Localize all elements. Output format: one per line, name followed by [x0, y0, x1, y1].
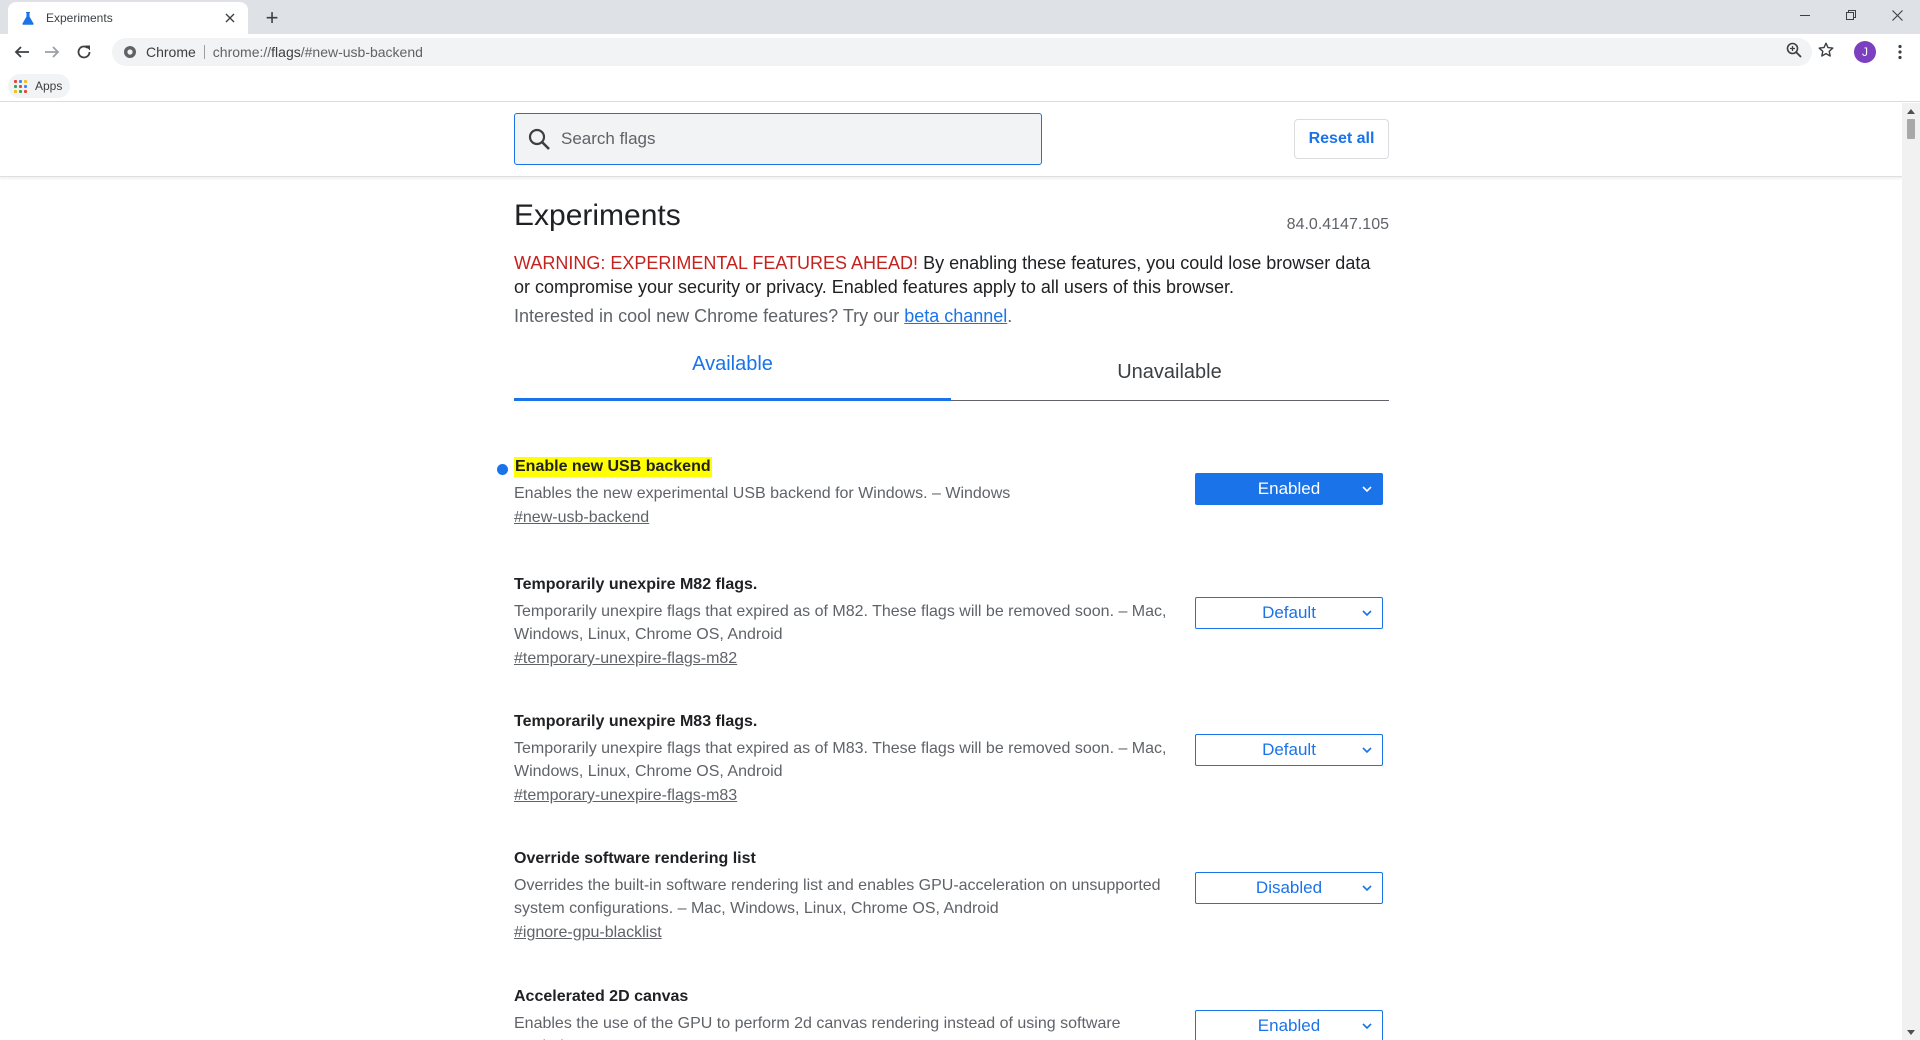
chrome-icon	[122, 44, 138, 60]
flag-entry: Override software rendering list Overrid…	[514, 849, 1389, 943]
modified-indicator	[497, 464, 508, 475]
flag-anchor-link[interactable]: #temporary-unexpire-flags-m82	[514, 649, 1389, 669]
flag-name: Enable new USB backend	[514, 457, 712, 477]
flag-name: Temporarily unexpire M82 flags.	[514, 576, 758, 593]
chevron-down-icon	[1360, 1019, 1374, 1033]
flag-entry: Accelerated 2D canvas Enables the use of…	[514, 987, 1389, 1040]
flag-description: Temporarily unexpire flags that expired …	[514, 603, 1167, 643]
flags-page: Reset all Experiments 84.0.4147.105 WARN…	[0, 103, 1902, 1040]
profile-avatar[interactable]: J	[1854, 41, 1876, 63]
chevron-down-icon	[1360, 606, 1374, 620]
flag-anchor-link[interactable]: #temporary-unexpire-flags-m83	[514, 786, 1389, 806]
chevron-down-icon	[1360, 743, 1374, 757]
flag-anchor-link[interactable]: #ignore-gpu-blacklist	[514, 923, 1389, 943]
flag-state-select[interactable]: Enabled	[1195, 1010, 1383, 1040]
tab-unavailable[interactable]: Unavailable	[951, 337, 1388, 401]
version-label: 84.0.4147.105	[1286, 216, 1389, 233]
browser-tab[interactable]: Experiments	[8, 2, 248, 34]
scroll-down-icon[interactable]	[1902, 1026, 1920, 1038]
flag-description: Enables the use of the GPU to perform 2d…	[514, 1015, 1121, 1040]
search-box[interactable]	[514, 113, 1042, 165]
flags-tabs: Available Unavailable	[514, 337, 1389, 401]
search-input[interactable]	[561, 129, 1021, 149]
back-icon[interactable]	[8, 38, 36, 66]
reload-icon[interactable]	[70, 38, 98, 66]
forward-icon[interactable]	[38, 38, 66, 66]
flag-state-select[interactable]: Enabled	[1195, 473, 1383, 505]
chevron-down-icon	[1360, 482, 1374, 496]
flag-state-select[interactable]: Default	[1195, 734, 1383, 766]
flag-entry: Enable new USB backend Enables the new e…	[497, 457, 1389, 528]
url-text: chrome://flags/#new-usb-backend	[212, 44, 423, 60]
tab-available[interactable]: Available	[514, 337, 951, 401]
search-icon	[527, 127, 551, 151]
beta-channel-link[interactable]: beta channel	[904, 306, 1007, 326]
browser-toolbar: Chrome chrome://flags/#new-usb-backend J	[0, 34, 1920, 70]
menu-dots-icon[interactable]	[1890, 40, 1910, 64]
warning-label: WARNING: EXPERIMENTAL FEATURES AHEAD!	[514, 253, 919, 273]
bookmarks-bar: Apps	[0, 70, 1920, 102]
apps-label: Apps	[35, 79, 63, 93]
restore-icon[interactable]	[1828, 0, 1874, 30]
flag-description: Overrides the built-in software renderin…	[514, 877, 1161, 917]
warning-text: WARNING: EXPERIMENTAL FEATURES AHEAD! By…	[514, 251, 1389, 299]
zoom-icon[interactable]	[1784, 40, 1804, 60]
new-tab-button[interactable]: +	[260, 5, 284, 30]
scroll-thumb[interactable]	[1907, 119, 1915, 139]
flag-name: Accelerated 2D canvas	[514, 988, 689, 1005]
flag-name: Temporarily unexpire M83 flags.	[514, 713, 758, 730]
close-window-icon[interactable]	[1874, 0, 1920, 30]
page-title: Experiments	[514, 199, 681, 232]
tab-strip: Experiments +	[0, 0, 1920, 34]
flask-icon	[20, 10, 36, 26]
chevron-down-icon	[1360, 881, 1374, 895]
minimize-icon[interactable]	[1782, 0, 1828, 30]
reset-all-button[interactable]: Reset all	[1294, 119, 1389, 159]
tab-title: Experiments	[46, 11, 113, 25]
site-chip: Chrome	[146, 45, 205, 59]
scroll-up-icon[interactable]	[1902, 105, 1920, 117]
apps-grid-icon	[14, 79, 27, 93]
flag-state-select[interactable]: Disabled	[1195, 872, 1383, 904]
flag-entry: Temporarily unexpire M82 flags. Temporar…	[514, 575, 1389, 669]
close-tab-icon[interactable]	[222, 10, 238, 26]
bookmark-star-icon[interactable]	[1816, 40, 1836, 60]
flag-state-select[interactable]: Default	[1195, 597, 1383, 629]
flag-description: Temporarily unexpire flags that expired …	[514, 740, 1167, 780]
flag-entry: Temporarily unexpire M83 flags. Temporar…	[514, 712, 1389, 806]
flag-name: Override software rendering list	[514, 850, 756, 867]
flag-anchor-link[interactable]: #new-usb-backend	[514, 508, 1389, 528]
flag-description: Enables the new experimental USB backend…	[514, 485, 1011, 502]
apps-bookmark[interactable]: Apps	[8, 74, 71, 98]
beta-promo: Interested in cool new Chrome features? …	[514, 306, 1013, 326]
page-scrollbar[interactable]	[1902, 103, 1920, 1040]
address-bar[interactable]: Chrome chrome://flags/#new-usb-backend	[112, 38, 1812, 66]
flags-header: Reset all	[0, 103, 1902, 177]
